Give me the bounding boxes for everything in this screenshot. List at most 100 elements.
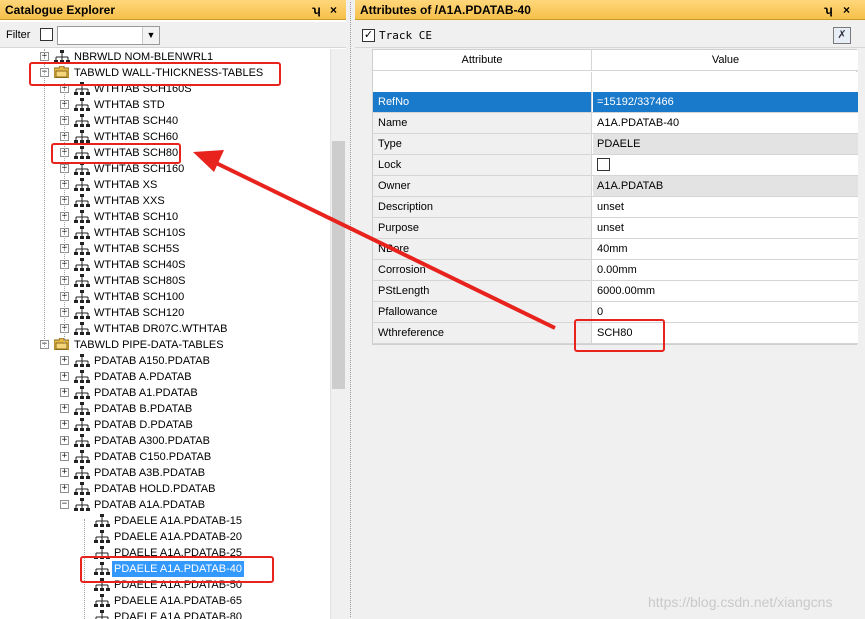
tree-node[interactable]: PDAELE A1A.PDATAB-65 xyxy=(0,593,330,609)
tree-node-label[interactable]: WTHTAB SCH40 xyxy=(92,113,180,129)
expand-icon[interactable]: + xyxy=(60,468,69,477)
expand-icon[interactable]: + xyxy=(60,484,69,493)
attribute-value-cell[interactable]: 6000.00mm xyxy=(593,281,858,301)
attribute-row[interactable]: RefNo =15192/337466 xyxy=(373,92,858,113)
expand-icon[interactable]: + xyxy=(60,452,69,461)
tree-node-label[interactable]: PDATAB D.PDATAB xyxy=(92,417,195,433)
tree-node-label[interactable]: PDATAB A150.PDATAB xyxy=(92,353,212,369)
attribute-row[interactable]: Name A1A.PDATAB-40 xyxy=(373,113,858,134)
expand-icon[interactable]: + xyxy=(60,420,69,429)
tree-node[interactable]: + PDATAB C150.PDATAB xyxy=(0,449,330,465)
attribute-row[interactable]: Type PDAELE xyxy=(373,134,858,155)
tree-node[interactable]: + WTHTAB SCH100 xyxy=(0,289,330,305)
tree-node-label[interactable]: WTHTAB SCH80S xyxy=(92,273,187,289)
expand-icon[interactable]: + xyxy=(60,356,69,365)
tree-node-label[interactable]: WTHTAB DR07C.WTHTAB xyxy=(92,321,229,337)
tree-node[interactable]: + WTHTAB SCH10S xyxy=(0,225,330,241)
panel-splitter[interactable] xyxy=(346,0,355,619)
tree-node-label[interactable]: WTHTAB STD xyxy=(92,97,167,113)
tree-node[interactable]: + WTHTAB STD xyxy=(0,97,330,113)
tree-node[interactable]: PDAELE A1A.PDATAB-20 xyxy=(0,529,330,545)
value-column-header[interactable]: Value xyxy=(593,50,858,71)
attribute-row[interactable]: Lock xyxy=(373,155,858,176)
tree-node-label[interactable]: WTHTAB SCH100 xyxy=(92,289,186,305)
expand-icon[interactable]: + xyxy=(60,388,69,397)
tree-node[interactable]: PDAELE A1A.PDATAB-15 xyxy=(0,513,330,529)
collapse-icon[interactable]: − xyxy=(60,500,69,509)
close-icon[interactable]: × xyxy=(330,0,337,20)
tree-node-label[interactable]: PDATAB A1.PDATAB xyxy=(92,385,200,401)
tree-node[interactable]: − TABWLD PIPE-DATA-TABLES xyxy=(0,337,330,353)
tree-node[interactable]: + PDATAB B.PDATAB xyxy=(0,401,330,417)
chevron-down-icon[interactable]: ▼ xyxy=(142,27,159,44)
tree-vertical-scrollbar[interactable] xyxy=(330,49,346,619)
attribute-value-cell[interactable]: unset xyxy=(593,197,858,217)
attribute-row[interactable]: Purpose unset xyxy=(373,218,858,239)
tree-node[interactable]: + PDATAB A3B.PDATAB xyxy=(0,465,330,481)
attribute-row[interactable]: NBore 40mm xyxy=(373,239,858,260)
tree-node-label[interactable]: WTHTAB XXS xyxy=(92,193,167,209)
tree-node-label[interactable]: WTHTAB SCH10 xyxy=(92,209,180,225)
tree-node-label[interactable]: WTHTAB SCH120 xyxy=(92,305,186,321)
tree-node-label[interactable]: PDATAB A3B.PDATAB xyxy=(92,465,207,481)
attribute-value-cell[interactable]: unset xyxy=(593,218,858,238)
filter-combo[interactable]: ▼ xyxy=(57,26,160,45)
tree-node-label[interactable]: WTHTAB XS xyxy=(92,177,159,193)
tree-node-label[interactable]: WTHTAB SCH40S xyxy=(92,257,187,273)
attribute-value-cell[interactable]: =15192/337466 xyxy=(593,92,858,112)
attribute-row[interactable]: Description unset xyxy=(373,197,858,218)
tree-node[interactable]: − PDATAB A1A.PDATAB xyxy=(0,497,330,513)
tree-node-label[interactable]: PDAELE A1A.PDATAB-15 xyxy=(112,513,244,529)
expand-icon[interactable]: + xyxy=(60,436,69,445)
tree-node[interactable]: + PDATAB D.PDATAB xyxy=(0,417,330,433)
tree-node-label[interactable]: WTHTAB SCH10S xyxy=(92,225,187,241)
tree-node-label[interactable]: PDATAB HOLD.PDATAB xyxy=(92,481,217,497)
catalogue-tree[interactable]: + NBRWLD NOM-BLENWRL1− TABWLD WALL-THICKNE… xyxy=(0,49,330,619)
pin-icon[interactable]: ʮ xyxy=(824,0,833,20)
attribute-row[interactable]: Corrosion 0.00mm xyxy=(373,260,858,281)
tree-node-label[interactable]: TABWLD PIPE-DATA-TABLES xyxy=(72,337,226,353)
expand-icon[interactable]: + xyxy=(60,372,69,381)
tree-icon xyxy=(74,418,90,432)
tree-node-label[interactable]: PDATAB B.PDATAB xyxy=(92,401,194,417)
tree-node-label[interactable]: PDATAB C150.PDATAB xyxy=(92,449,213,465)
tree-node-label[interactable]: PDAELE A1A.PDATAB-65 xyxy=(112,593,244,609)
tree-node[interactable]: + WTHTAB SCH5S xyxy=(0,241,330,257)
tree-node[interactable]: + PDATAB A.PDATAB xyxy=(0,369,330,385)
tree-node[interactable]: + PDATAB A1.PDATAB xyxy=(0,385,330,401)
tree-node[interactable]: + PDATAB A300.PDATAB xyxy=(0,433,330,449)
filter-checkbox[interactable] xyxy=(40,28,53,41)
tree-node[interactable]: + WTHTAB SCH80S xyxy=(0,273,330,289)
tree-node[interactable]: + WTHTAB XS xyxy=(0,177,330,193)
tree-node[interactable]: + PDATAB A150.PDATAB xyxy=(0,353,330,369)
tree-node-label[interactable]: WTHTAB SCH5S xyxy=(92,241,181,257)
close-icon[interactable]: × xyxy=(843,0,850,20)
attribute-name-cell: NBore xyxy=(373,239,592,259)
expand-icon[interactable]: + xyxy=(60,404,69,413)
attribute-row[interactable]: PStLength 6000.00mm xyxy=(373,281,858,302)
scrollbar-thumb[interactable] xyxy=(332,141,345,389)
tree-node-label[interactable]: PDATAB A.PDATAB xyxy=(92,369,194,385)
attribute-row[interactable]: Owner A1A.PDATAB xyxy=(373,176,858,197)
track-ce-checkbox[interactable]: ✓ xyxy=(362,29,375,42)
attribute-value-cell[interactable]: 40mm xyxy=(593,239,858,259)
attribute-value-cell[interactable]: A1A.PDATAB-40 xyxy=(593,113,858,133)
attribute-column-header[interactable]: Attribute xyxy=(373,50,592,71)
tree-node[interactable]: + WTHTAB XXS xyxy=(0,193,330,209)
clear-filter-icon[interactable]: ✗ xyxy=(833,27,851,44)
tree-node-label[interactable]: PDAELE A1A.PDATAB-20 xyxy=(112,529,244,545)
tree-node[interactable]: PDAELE A1A.PDATAB-80 xyxy=(0,609,330,619)
tree-node-label[interactable]: PDAELE A1A.PDATAB-80 xyxy=(112,609,244,619)
tree-node[interactable]: + WTHTAB SCH40 xyxy=(0,113,330,129)
lock-checkbox[interactable] xyxy=(597,158,610,171)
tree-node[interactable]: + WTHTAB DR07C.WTHTAB xyxy=(0,321,330,337)
pin-icon[interactable]: ʮ xyxy=(312,0,321,20)
tree-node[interactable]: + WTHTAB SCH10 xyxy=(0,209,330,225)
attribute-value-cell[interactable] xyxy=(593,155,858,175)
attribute-value-cell[interactable]: 0.00mm xyxy=(593,260,858,280)
tree-node[interactable]: + WTHTAB SCH120 xyxy=(0,305,330,321)
tree-node[interactable]: + WTHTAB SCH40S xyxy=(0,257,330,273)
tree-node-label[interactable]: PDATAB A1A.PDATAB xyxy=(92,497,207,513)
tree-node[interactable]: + PDATAB HOLD.PDATAB xyxy=(0,481,330,497)
tree-node-label[interactable]: PDATAB A300.PDATAB xyxy=(92,433,212,449)
